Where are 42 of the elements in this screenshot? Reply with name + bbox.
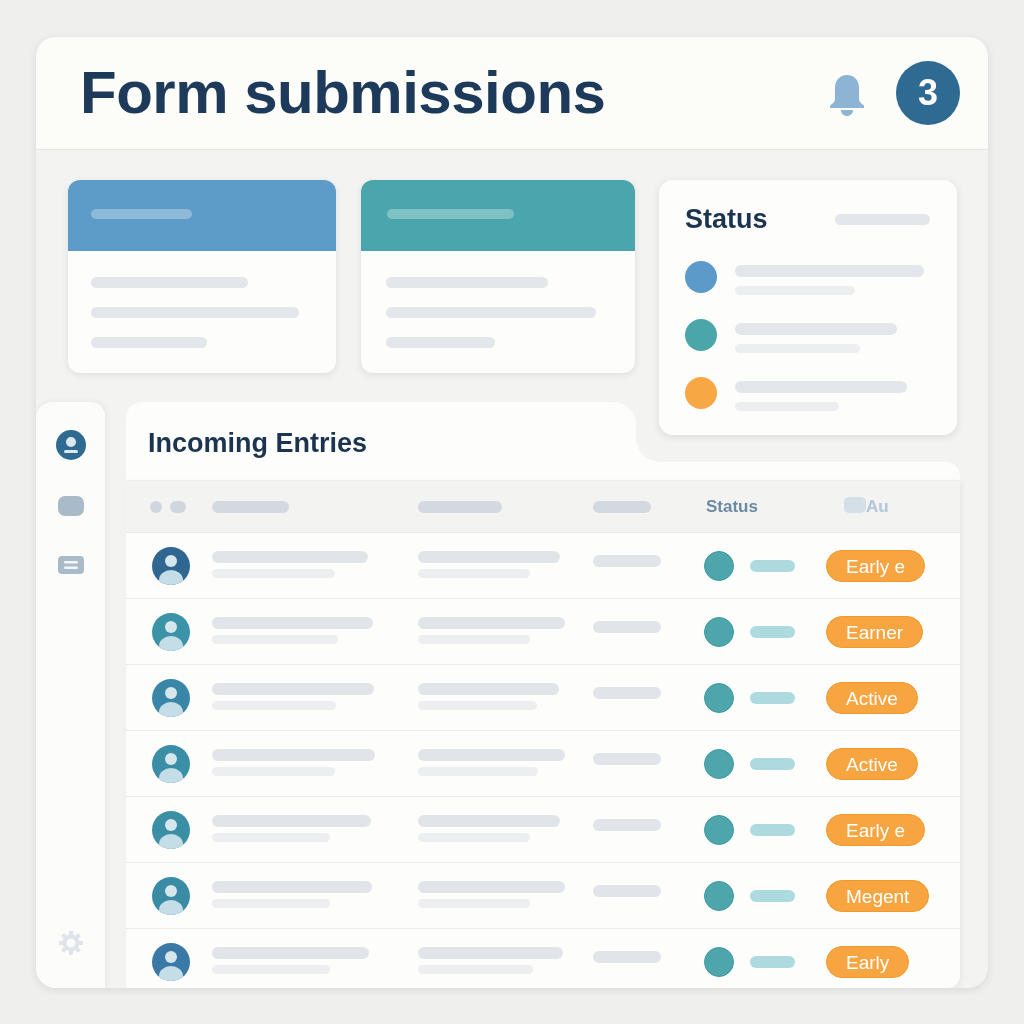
status-dot-icon <box>704 616 734 647</box>
placeholder-line <box>593 752 661 765</box>
tile-icon[interactable] <box>57 496 84 516</box>
placeholder-line <box>593 554 661 567</box>
status-placeholder-line <box>750 691 795 704</box>
bell-icon[interactable] <box>828 73 866 117</box>
status-tag: Active <box>826 747 918 780</box>
status-tag: Earner <box>826 615 924 648</box>
user-icon[interactable] <box>55 430 86 460</box>
status-placeholder-line <box>750 889 795 902</box>
status-dot-icon <box>704 880 734 911</box>
status-dot-icon <box>704 682 734 713</box>
page-title: Form submissions <box>80 63 607 123</box>
status-placeholder-line <box>750 625 795 638</box>
status-dot-icon <box>704 814 734 845</box>
status-tag: Early e <box>826 813 926 846</box>
status-placeholder-line <box>750 757 795 770</box>
column-header[interactable]: Status <box>706 496 758 517</box>
placeholder-line <box>593 620 661 633</box>
status-dot-icon <box>704 550 734 581</box>
status-tag: Megent <box>826 879 930 912</box>
status-tag: Early <box>826 945 910 978</box>
status-tag: Active <box>826 681 918 714</box>
placeholder-line <box>593 686 661 699</box>
status-placeholder-line <box>750 559 795 572</box>
card-title: Status <box>685 204 768 235</box>
placeholder-line <box>593 818 661 831</box>
status-dot-icon <box>704 748 734 779</box>
settings-icon[interactable] <box>58 931 83 955</box>
status-dot-icon <box>704 946 734 977</box>
chip-icon <box>844 496 866 513</box>
status-placeholder-line <box>750 823 795 836</box>
pill-icon <box>170 500 186 513</box>
placeholder-line <box>593 950 661 963</box>
status-placeholder-line <box>750 955 795 968</box>
dot-icon <box>150 500 162 513</box>
notification-count[interactable]: 3 <box>896 61 960 125</box>
section-title: Incoming Entries <box>148 426 368 460</box>
placeholder-line <box>593 884 661 897</box>
list-icon[interactable] <box>57 556 84 574</box>
placeholder-line <box>593 500 651 513</box>
status-tag: Early e <box>826 549 926 582</box>
